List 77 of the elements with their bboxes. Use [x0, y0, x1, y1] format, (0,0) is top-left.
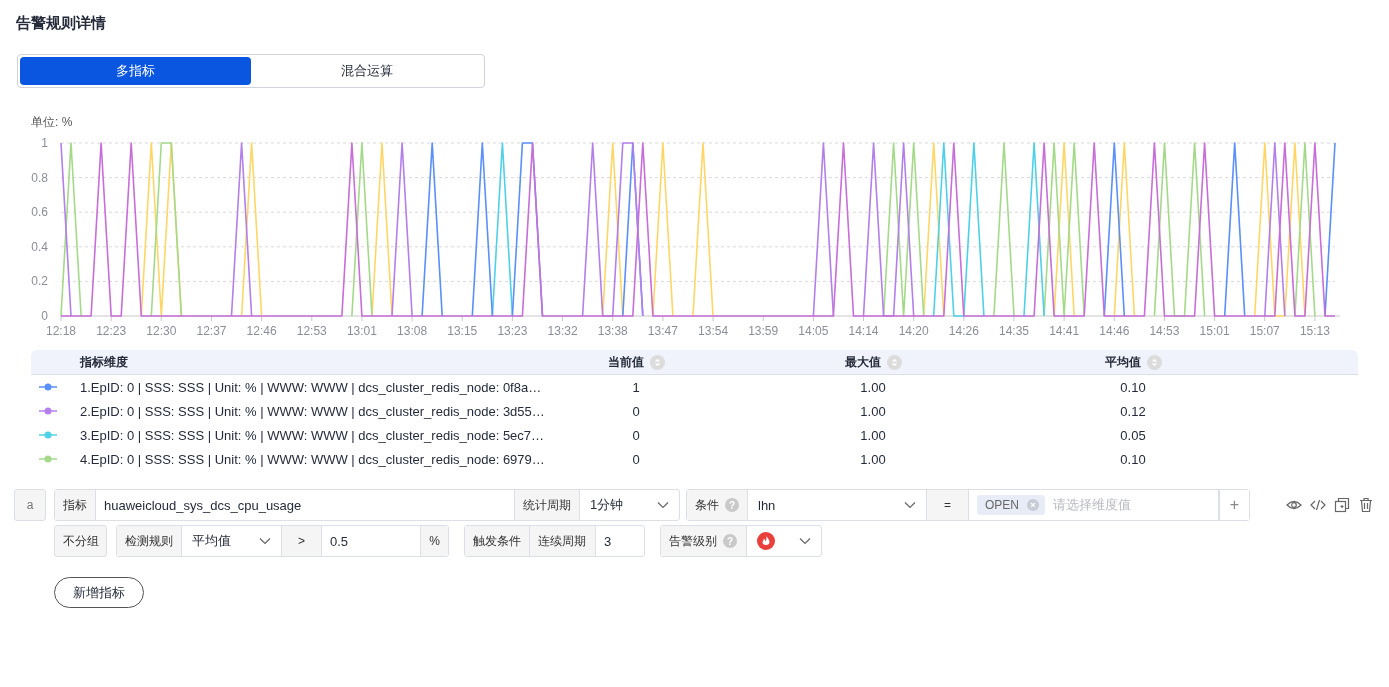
- y-tick-label: 0: [41, 309, 48, 323]
- x-tick-label: 15:01: [1199, 324, 1230, 338]
- table-cell-text: 0: [631, 451, 641, 467]
- chevron-down-icon: [904, 501, 916, 509]
- copy-icon[interactable]: [1334, 497, 1350, 513]
- x-tick-label: 13:32: [547, 324, 578, 338]
- table-cell-text: 0.10: [1119, 379, 1147, 395]
- x-tick-label: 13:01: [346, 324, 377, 338]
- code-icon[interactable]: [1310, 497, 1326, 513]
- expression-tag: a: [14, 489, 46, 521]
- column-header: 当前值: [607, 353, 644, 371]
- x-tick-label: 13:54: [698, 324, 729, 338]
- field-label: 检测规则: [117, 526, 182, 556]
- x-tick-label: 13:15: [447, 324, 478, 338]
- operator-label: =: [927, 490, 969, 520]
- x-tick-label: 13:38: [597, 324, 628, 338]
- segment-tab[interactable]: 混合运算: [251, 57, 482, 85]
- x-tick-label: 12:46: [246, 324, 277, 338]
- x-tick-label: 14:53: [1149, 324, 1180, 338]
- x-tick-label: 12:18: [46, 324, 76, 338]
- no-group-button[interactable]: 不分组: [54, 525, 107, 557]
- legend-marker-icon: [39, 455, 57, 463]
- x-tick-label: 15:13: [1299, 324, 1330, 338]
- x-tick-label: 14:14: [848, 324, 879, 338]
- x-tick-label: 14:41: [1049, 324, 1080, 338]
- x-tick-label: 12:23: [96, 324, 127, 338]
- column-header: 平均值: [1104, 353, 1141, 371]
- table-cell-text: 0.10: [1119, 451, 1147, 467]
- x-tick-label: 13:23: [497, 324, 528, 338]
- table-cell-text: 1.00: [859, 451, 887, 467]
- y-tick-label: 1: [41, 136, 48, 150]
- x-tick-label: 14:20: [898, 324, 929, 338]
- field-placeholder: 请选择维度值: [1053, 496, 1131, 514]
- x-tick-label: 12:53: [296, 324, 327, 338]
- unit-label: %: [421, 526, 448, 556]
- x-tick-label: 12:37: [196, 324, 227, 338]
- y-tick-label: 0.4: [31, 239, 48, 254]
- y-tick-label: 0.2: [31, 274, 48, 289]
- y-tick-label: 0.6: [31, 205, 48, 220]
- table-cell-text: 4.EpID: 0 | SSS: SSS | Unit: % | WWW: WWW | dcs_cluster_redis_node: 6979…: [80, 451, 546, 467]
- segment-tab[interactable]: 多指标: [20, 57, 251, 85]
- x-tick-label: 12:30: [146, 324, 177, 338]
- table-cell-text: 1.EpID: 0 | SSS: SSS | Unit: % | WWW: WWW | dcs_cluster_redis_node: 0f8a…: [80, 379, 543, 395]
- legend-marker-icon: [39, 431, 57, 439]
- add-metric-button[interactable]: 新增指标: [54, 577, 144, 608]
- delete-icon[interactable]: [1358, 497, 1374, 513]
- page-title: 告警规则详情: [16, 13, 107, 33]
- x-tick-label: 14:26: [948, 324, 979, 338]
- x-tick-label: 13:59: [748, 324, 779, 338]
- table-cell-text: 0.05: [1119, 427, 1147, 443]
- legend-marker-icon: [39, 407, 57, 415]
- x-tick-label: 14:46: [1099, 324, 1130, 338]
- x-tick-label: 13:47: [647, 324, 678, 338]
- y-tick-label: 0.8: [31, 170, 48, 185]
- table-cell-text: 0.12: [1119, 403, 1147, 419]
- column-header: 指标维度: [80, 353, 129, 371]
- table-cell-text: 2.EpID: 0 | SSS: SSS | Unit: % | WWW: WWW | dcs_cluster_redis_node: 3d55…: [80, 403, 546, 419]
- x-tick-label: 14:35: [999, 324, 1029, 338]
- dimension-tag: OPEN: [977, 495, 1045, 515]
- comparison-operator: >: [282, 526, 322, 556]
- x-tick-label: 15:07: [1249, 324, 1280, 338]
- field-label: 条件: [695, 496, 719, 514]
- dimension-value-field[interactable]: OPEN 请选择维度值: [969, 490, 1219, 520]
- table-cell-text: 1.00: [859, 427, 887, 443]
- axis-unit-label: 单位: %: [31, 114, 74, 130]
- table-cell-text: 0: [631, 403, 641, 419]
- table-cell-text: 1: [631, 379, 641, 395]
- legend-marker-icon: [39, 383, 57, 391]
- table-cell-text: 1.00: [859, 403, 887, 419]
- column-header: 最大值: [844, 353, 881, 371]
- x-tick-label: 13:08: [397, 324, 428, 338]
- table-cell-text: 1.00: [859, 379, 887, 395]
- chevron-down-icon: [259, 537, 271, 545]
- table-cell-text: 0: [631, 427, 641, 443]
- add-dimension-button[interactable]: +: [1219, 490, 1249, 520]
- x-tick-label: 14:05: [798, 324, 829, 338]
- table-cell-text: 3.EpID: 0 | SSS: SSS | Unit: % | WWW: WWW | dcs_cluster_redis_node: 5ec7…: [80, 427, 546, 443]
